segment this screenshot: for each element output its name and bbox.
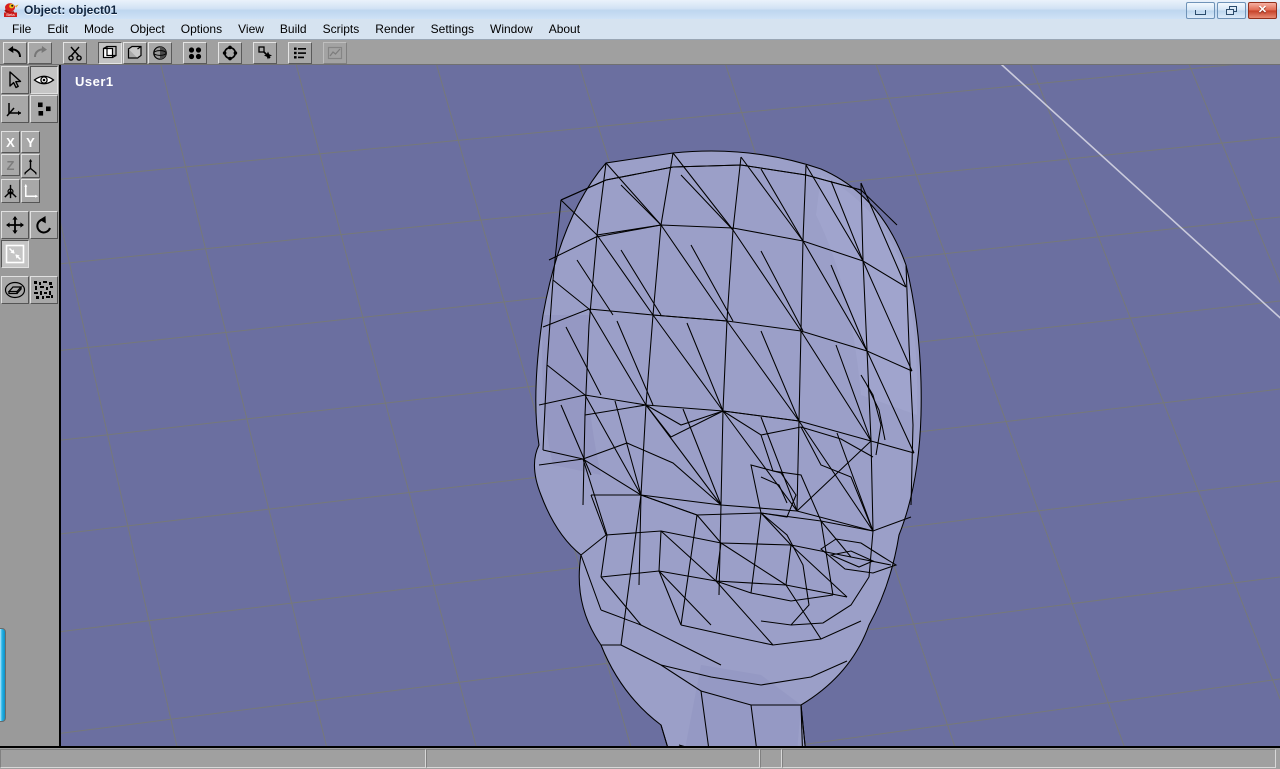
- scissors-icon: [68, 46, 82, 61]
- close-button[interactable]: ✕: [1248, 2, 1277, 19]
- menu-item-options[interactable]: Options: [173, 20, 230, 38]
- shaded-view-button[interactable]: [148, 41, 172, 64]
- bird-app-icon: Beta: [3, 2, 19, 18]
- four-points-icon: [188, 46, 202, 59]
- circle-points-icon: [222, 45, 238, 60]
- list-lines-icon: [294, 47, 306, 58]
- corner-axes-icon: [24, 183, 39, 198]
- solid-box-icon: [127, 45, 142, 59]
- rotate-tool[interactable]: [30, 211, 58, 239]
- collapsed-side-panel-tab[interactable]: [0, 628, 6, 722]
- redo-button[interactable]: [28, 41, 52, 64]
- minimize-button[interactable]: [1186, 2, 1215, 19]
- points-select-tool[interactable]: [30, 95, 58, 123]
- status-cell-right: [782, 749, 1276, 768]
- undo-icon: [8, 45, 21, 57]
- menu-item-edit[interactable]: Edit: [39, 20, 76, 38]
- spread-axes-icon: [23, 158, 38, 175]
- menu-item-window[interactable]: Window: [482, 20, 541, 38]
- application-window: Beta Object: object01 ✕ File Edit Mode O…: [0, 0, 1280, 769]
- graph-chart-icon: [327, 46, 343, 59]
- cursor-arrow-icon: [9, 71, 22, 89]
- window-title: Object: object01: [24, 2, 118, 17]
- menu-item-object[interactable]: Object: [122, 20, 173, 38]
- viewport-user1[interactable]: User1: [61, 65, 1280, 746]
- svg-text:Beta: Beta: [6, 12, 15, 17]
- wireframe-box-icon: [102, 45, 117, 58]
- axis-origin-icon: [6, 103, 21, 117]
- axis-x-button[interactable]: X: [1, 131, 20, 153]
- four-arrows-move-icon: [6, 216, 24, 234]
- eye-visibility-tool[interactable]: [30, 66, 58, 94]
- scale-tool[interactable]: [1, 240, 29, 268]
- grid-axis-line: [1000, 65, 1280, 319]
- axis-z-button[interactable]: Z: [1, 154, 20, 176]
- wireframe-view-button[interactable]: [98, 41, 122, 64]
- move-tool[interactable]: [1, 211, 29, 239]
- graph-button[interactable]: [323, 41, 347, 64]
- scale-square-icon: [5, 244, 25, 264]
- tool-empty-slot: [30, 240, 58, 268]
- eye-icon: [33, 75, 55, 85]
- cut-button[interactable]: [63, 41, 87, 64]
- four-points-button[interactable]: [183, 41, 207, 64]
- menu-item-file[interactable]: File: [4, 20, 39, 38]
- magic-wand-button[interactable]: [253, 41, 277, 64]
- list-button[interactable]: [288, 41, 312, 64]
- select-arrow-tool[interactable]: [1, 66, 29, 94]
- redo-icon: [34, 45, 47, 57]
- status-cell-small: [760, 749, 782, 768]
- menu-item-view[interactable]: View: [230, 20, 272, 38]
- axis-origin-tool[interactable]: [1, 95, 29, 123]
- shaded-sphere-icon: [153, 45, 167, 60]
- head-wireframe-model: [533, 150, 922, 746]
- status-cell-coords: [426, 749, 760, 768]
- menu-item-render[interactable]: Render: [367, 20, 422, 38]
- tool-separator: [0, 123, 59, 130]
- status-cell-main: [0, 749, 426, 768]
- window-controls: ✕: [1186, 2, 1277, 19]
- menu-item-build[interactable]: Build: [272, 20, 315, 38]
- menu-item-about[interactable]: About: [541, 20, 588, 38]
- undo-button[interactable]: [3, 41, 27, 64]
- tool-palette: X Y Z: [0, 65, 59, 304]
- title-bar: Beta Object: object01 ✕: [0, 0, 1280, 20]
- wireframe-object-tool[interactable]: [1, 276, 29, 304]
- restore-button[interactable]: [1217, 2, 1246, 19]
- tool-separator: [0, 203, 59, 210]
- menu-item-mode[interactable]: Mode: [76, 20, 122, 38]
- menu-item-scripts[interactable]: Scripts: [315, 20, 368, 38]
- pivot-spread-tool[interactable]: [21, 154, 40, 178]
- close-icon: ✕: [1257, 4, 1268, 16]
- texture-noise-tool[interactable]: [30, 276, 58, 304]
- menu-bar: File Edit Mode Object Options View Build…: [0, 19, 1280, 40]
- rotate-arrow-icon: [36, 216, 51, 234]
- status-bar: [0, 746, 1280, 769]
- wire-cube-icon: [4, 281, 26, 299]
- pivot-center-tool[interactable]: [1, 179, 20, 203]
- minimize-icon: [1195, 10, 1206, 15]
- tool-separator: [0, 268, 59, 275]
- texture-noise-icon: [34, 281, 53, 299]
- solid-view-button[interactable]: [123, 41, 147, 64]
- menu-item-settings[interactable]: Settings: [423, 20, 482, 38]
- main-toolbar: [0, 41, 1280, 65]
- viewport-canvas: [61, 65, 1280, 746]
- three-squares-icon: [38, 102, 51, 116]
- magic-wand-icon: [258, 45, 272, 59]
- restore-icon: [1226, 6, 1237, 15]
- axis-y-button[interactable]: Y: [21, 131, 40, 153]
- circle-points-button[interactable]: [218, 41, 242, 64]
- viewport-label: User1: [75, 74, 114, 89]
- center-axes-icon: [4, 184, 17, 198]
- pivot-corner-tool[interactable]: [21, 179, 40, 203]
- left-tool-panel: X Y Z: [0, 65, 61, 746]
